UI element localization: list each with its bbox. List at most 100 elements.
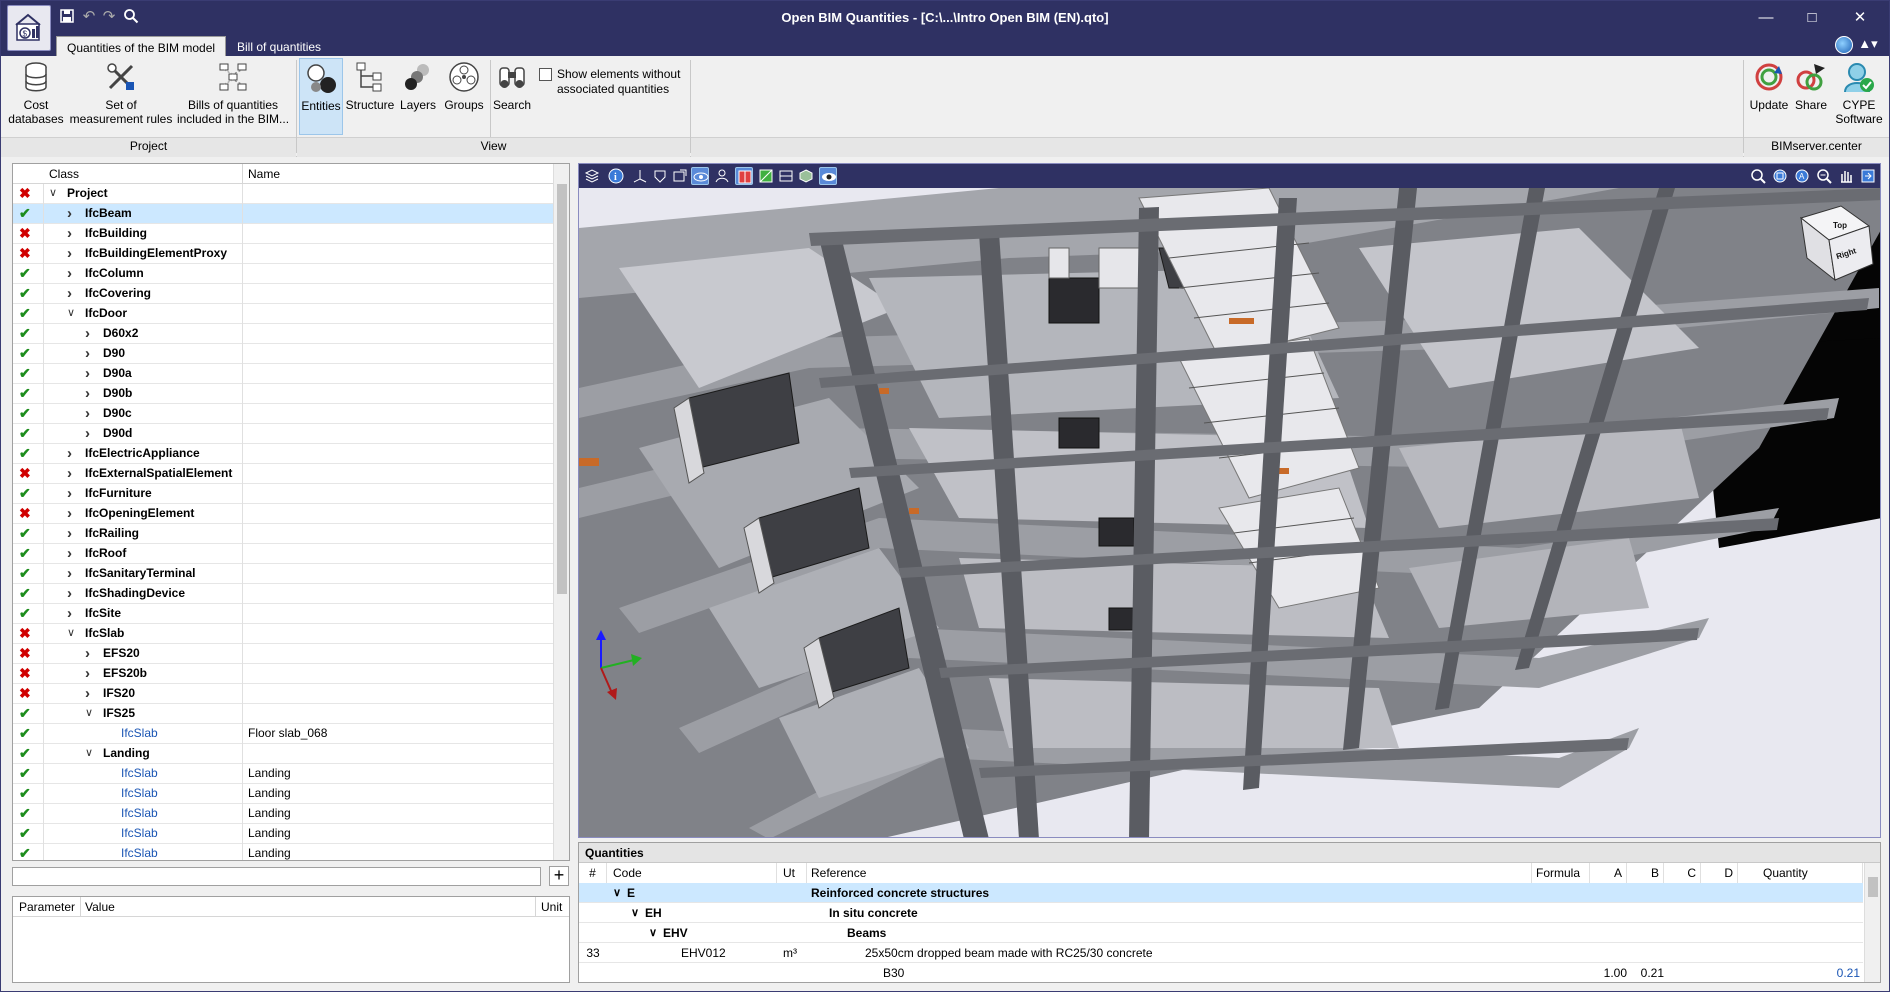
zoom-window-icon[interactable] <box>1771 167 1789 185</box>
formula-column-header[interactable]: Formula <box>1532 863 1590 883</box>
walk-mode-icon[interactable] <box>713 167 731 185</box>
pan-hand-icon[interactable] <box>1837 167 1855 185</box>
chevron-right-icon[interactable]: › <box>67 284 79 303</box>
entities-button[interactable]: Entities <box>299 58 343 135</box>
bills-included-button[interactable]: Bills of quantities included in the BIM.… <box>175 60 291 126</box>
zoom-extents-icon[interactable] <box>1749 167 1767 185</box>
close-button[interactable]: ✕ <box>1837 1 1883 34</box>
tab-quantities-of-bim-model[interactable]: Quantities of the BIM model <box>56 36 227 58</box>
ut-column-header[interactable]: Ut <box>777 863 807 883</box>
quantity-column-header[interactable]: Quantity <box>1738 863 1863 883</box>
tree-row[interactable]: ✔ IfcSlab Landing <box>13 764 553 784</box>
tree-row[interactable]: ✔ › IfcRoof <box>13 544 553 564</box>
minimize-button[interactable]: — <box>1743 1 1789 34</box>
chevron-right-icon[interactable]: › <box>85 424 97 443</box>
name-column-header[interactable]: Name <box>248 167 280 181</box>
structure-button[interactable]: Structure <box>345 60 395 112</box>
chevron-down-icon[interactable]: ∨ <box>631 903 639 923</box>
chevron-right-icon[interactable]: › <box>67 264 79 283</box>
chevron-right-icon[interactable]: › <box>85 384 97 403</box>
chevron-right-icon[interactable]: › <box>67 464 79 483</box>
tree-row[interactable]: ✔ IfcSlab Floor slab_068 <box>13 724 553 744</box>
tree-row[interactable]: ✔ › D90c <box>13 404 553 424</box>
num-column-header[interactable]: # <box>579 863 607 883</box>
shield-view-icon[interactable] <box>651 167 669 185</box>
export-view-icon[interactable] <box>671 167 689 185</box>
tab-bill-of-quantities[interactable]: Bill of quantities <box>227 36 331 58</box>
a-column-header[interactable]: A <box>1590 863 1627 883</box>
chevron-right-icon[interactable]: › <box>67 524 79 543</box>
quantities-scroll-thumb[interactable] <box>1868 877 1878 897</box>
parameter-column-header[interactable]: Parameter <box>19 900 75 914</box>
layers-toggle-icon[interactable] <box>583 167 601 185</box>
chevron-right-icon[interactable]: › <box>67 584 79 603</box>
quantities-row[interactable]: ∨ EHV Beams <box>579 923 1863 943</box>
globe-icon[interactable] <box>1835 36 1853 54</box>
quantities-row[interactable]: ∨ EH In situ concrete <box>579 903 1863 923</box>
add-button[interactable]: + <box>549 866 569 886</box>
help-book-icon[interactable]: ▲▾ <box>1857 36 1879 54</box>
tree-row[interactable]: ✔ › IfcElectricAppliance <box>13 444 553 464</box>
cube-view-icon[interactable] <box>797 167 815 185</box>
eye-icon[interactable] <box>819 167 837 185</box>
tree-row[interactable]: ✖ › IfcExternalSpatialElement <box>13 464 553 484</box>
chevron-right-icon[interactable]: › <box>67 544 79 563</box>
tree-row[interactable]: ✔ › IfcColumn <box>13 264 553 284</box>
tree-row[interactable]: ✖ › IFS20 <box>13 684 553 704</box>
quantities-row[interactable]: B30 1.00 0.21 0.21 <box>579 963 1863 982</box>
zoom-all-icon[interactable]: A <box>1793 167 1811 185</box>
plan-view-icon[interactable] <box>777 167 795 185</box>
c-column-header[interactable]: C <box>1664 863 1701 883</box>
fullscreen-icon[interactable] <box>1859 167 1877 185</box>
quantities-row[interactable]: 33 EHV012 m³ 25x50cm dropped beam made with… <box>579 943 1863 963</box>
chevron-right-icon[interactable]: › <box>85 364 97 383</box>
axes-icon[interactable] <box>631 167 649 185</box>
chevron-right-icon[interactable]: › <box>67 484 79 503</box>
chevron-right-icon[interactable]: › <box>85 344 97 363</box>
tree-row[interactable]: ✔ › D60x2 <box>13 324 553 344</box>
show-elements-checkbox[interactable] <box>539 68 552 81</box>
tree-row[interactable]: ✖ › IfcBuilding <box>13 224 553 244</box>
chevron-right-icon[interactable]: › <box>67 224 79 243</box>
tree-row[interactable]: ✔ › IfcRailing <box>13 524 553 544</box>
measurement-rules-button[interactable]: Set of measurement rules <box>69 60 173 126</box>
section-icon[interactable] <box>757 167 775 185</box>
chevron-right-icon[interactable]: › <box>67 204 79 223</box>
quantities-row[interactable]: ∨ E Reinforced concrete structures <box>579 883 1863 903</box>
tree-row[interactable]: ✔ › D90 <box>13 344 553 364</box>
tree-row[interactable]: ✔ ∨ IfcDoor <box>13 304 553 324</box>
chevron-down-icon[interactable]: ∨ <box>67 304 79 323</box>
groups-button[interactable]: Groups <box>441 60 487 112</box>
tree-row[interactable]: ✔ › D90a <box>13 364 553 384</box>
filter-input[interactable] <box>12 867 541 886</box>
tree-row[interactable]: ✔ ∨ IFS25 <box>13 704 553 724</box>
chevron-right-icon[interactable]: › <box>85 404 97 423</box>
search-button[interactable]: Search <box>493 60 531 112</box>
chevron-down-icon[interactable]: ∨ <box>649 923 657 943</box>
tree-row[interactable]: ✔ ∨ Landing <box>13 744 553 764</box>
tree-scroll-thumb[interactable] <box>557 184 567 594</box>
chevron-down-icon[interactable]: ∨ <box>85 744 97 763</box>
chevron-down-icon[interactable]: ∨ <box>67 624 79 643</box>
chevron-right-icon[interactable]: › <box>67 444 79 463</box>
tree-row[interactable]: ✔ › IfcShadingDevice <box>13 584 553 604</box>
chevron-right-icon[interactable]: › <box>85 324 97 343</box>
share-button[interactable]: Share <box>1791 60 1831 112</box>
b-column-header[interactable]: B <box>1627 863 1664 883</box>
tree-row[interactable]: ✔ › IfcSanitaryTerminal <box>13 564 553 584</box>
tree-row[interactable]: ✖ ∨ IfcSlab <box>13 624 553 644</box>
tree-row[interactable]: ✔ IfcSlab Landing <box>13 824 553 844</box>
code-column-header[interactable]: Code <box>607 863 777 883</box>
chevron-right-icon[interactable]: › <box>85 664 97 683</box>
tree-row[interactable]: ✔ › D90d <box>13 424 553 444</box>
cype-software-button[interactable]: CYPE Software <box>1831 60 1887 126</box>
zoom-in-icon[interactable] <box>1815 167 1833 185</box>
tree-row[interactable]: ✔ IfcSlab Landing <box>13 804 553 824</box>
tree-row[interactable]: ✔ › D90b <box>13 384 553 404</box>
class-tree-panel[interactable]: Class Name ✖ ∨ Project ✔ › IfcBeam ✖ › IfcBuildi… <box>12 163 570 861</box>
chevron-right-icon[interactable]: › <box>67 604 79 623</box>
tree-row[interactable]: ✖ ∨ Project <box>13 184 553 204</box>
tree-row[interactable]: ✔ IfcSlab Landing <box>13 844 553 860</box>
tree-row[interactable]: ✖ › EFS20 <box>13 644 553 664</box>
class-column-header[interactable]: Class <box>49 167 79 181</box>
